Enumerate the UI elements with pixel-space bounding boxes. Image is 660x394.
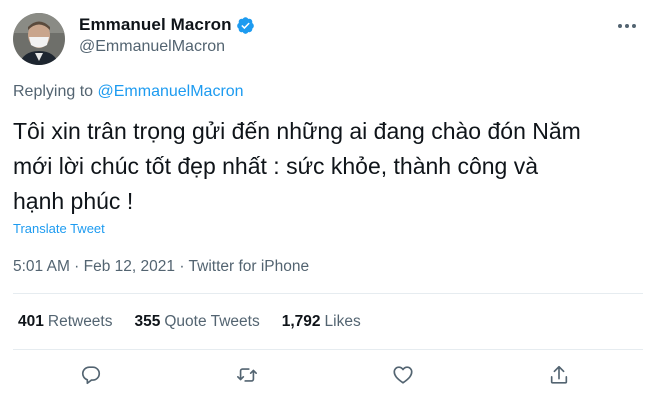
- verified-badge-icon: [236, 16, 255, 35]
- meta-separator: ·: [175, 258, 189, 275]
- tweet-card: Emmanuel Macron @EmmanuelMacron Replying…: [0, 0, 660, 394]
- author-handle[interactable]: @EmmanuelMacron: [79, 38, 225, 56]
- like-button[interactable]: [389, 361, 417, 389]
- tweet-time[interactable]: 5:01 AM: [13, 258, 70, 275]
- tweet-meta: 5:01 AM · Feb 12, 2021 · Twitter for iPh…: [13, 258, 309, 276]
- likes-count: 1,792: [281, 313, 321, 330]
- reply-button[interactable]: [77, 361, 105, 389]
- quote-tweets-label: Quote Tweets: [164, 313, 260, 330]
- more-options-button[interactable]: [614, 16, 640, 36]
- retweet-button[interactable]: [233, 361, 261, 389]
- author-name-row[interactable]: Emmanuel Macron: [79, 15, 255, 35]
- quote-tweets-count: 355: [134, 313, 161, 330]
- reply-icon: [81, 366, 101, 385]
- divider: [13, 293, 643, 294]
- tweet-source[interactable]: Twitter for iPhone: [189, 258, 310, 275]
- share-button[interactable]: [545, 361, 573, 389]
- translate-tweet-link[interactable]: Translate Tweet: [13, 221, 105, 236]
- likes-stat[interactable]: 1,792 Likes: [282, 313, 361, 331]
- retweets-stat[interactable]: 401 Retweets: [18, 313, 113, 331]
- divider: [13, 349, 643, 350]
- tweet-date[interactable]: Feb 12, 2021: [84, 258, 175, 275]
- replying-prefix: Replying to: [13, 83, 98, 100]
- retweets-count: 401: [18, 313, 44, 330]
- tweet-text: Tôi xin trân trọng gửi đến những ai đang…: [13, 118, 581, 214]
- quote-tweets-stat[interactable]: 355 Quote Tweets: [135, 313, 260, 331]
- more-horizontal-icon: [618, 24, 636, 28]
- share-icon: [550, 365, 568, 384]
- avatar[interactable]: [13, 13, 65, 65]
- avatar-photo: [13, 13, 65, 65]
- retweets-label: Retweets: [47, 313, 113, 330]
- meta-separator: ·: [69, 258, 84, 275]
- retweet-icon: [237, 368, 257, 382]
- heart-icon: [393, 366, 413, 384]
- reply-mention-link[interactable]: @EmmanuelMacron: [98, 83, 244, 100]
- display-name[interactable]: Emmanuel Macron: [79, 15, 232, 35]
- replying-to: Replying to @EmmanuelMacron: [13, 83, 244, 101]
- tweet-stats: 401 Retweets 355 Quote Tweets 1,792 Likes: [18, 313, 383, 331]
- likes-label: Likes: [324, 313, 361, 330]
